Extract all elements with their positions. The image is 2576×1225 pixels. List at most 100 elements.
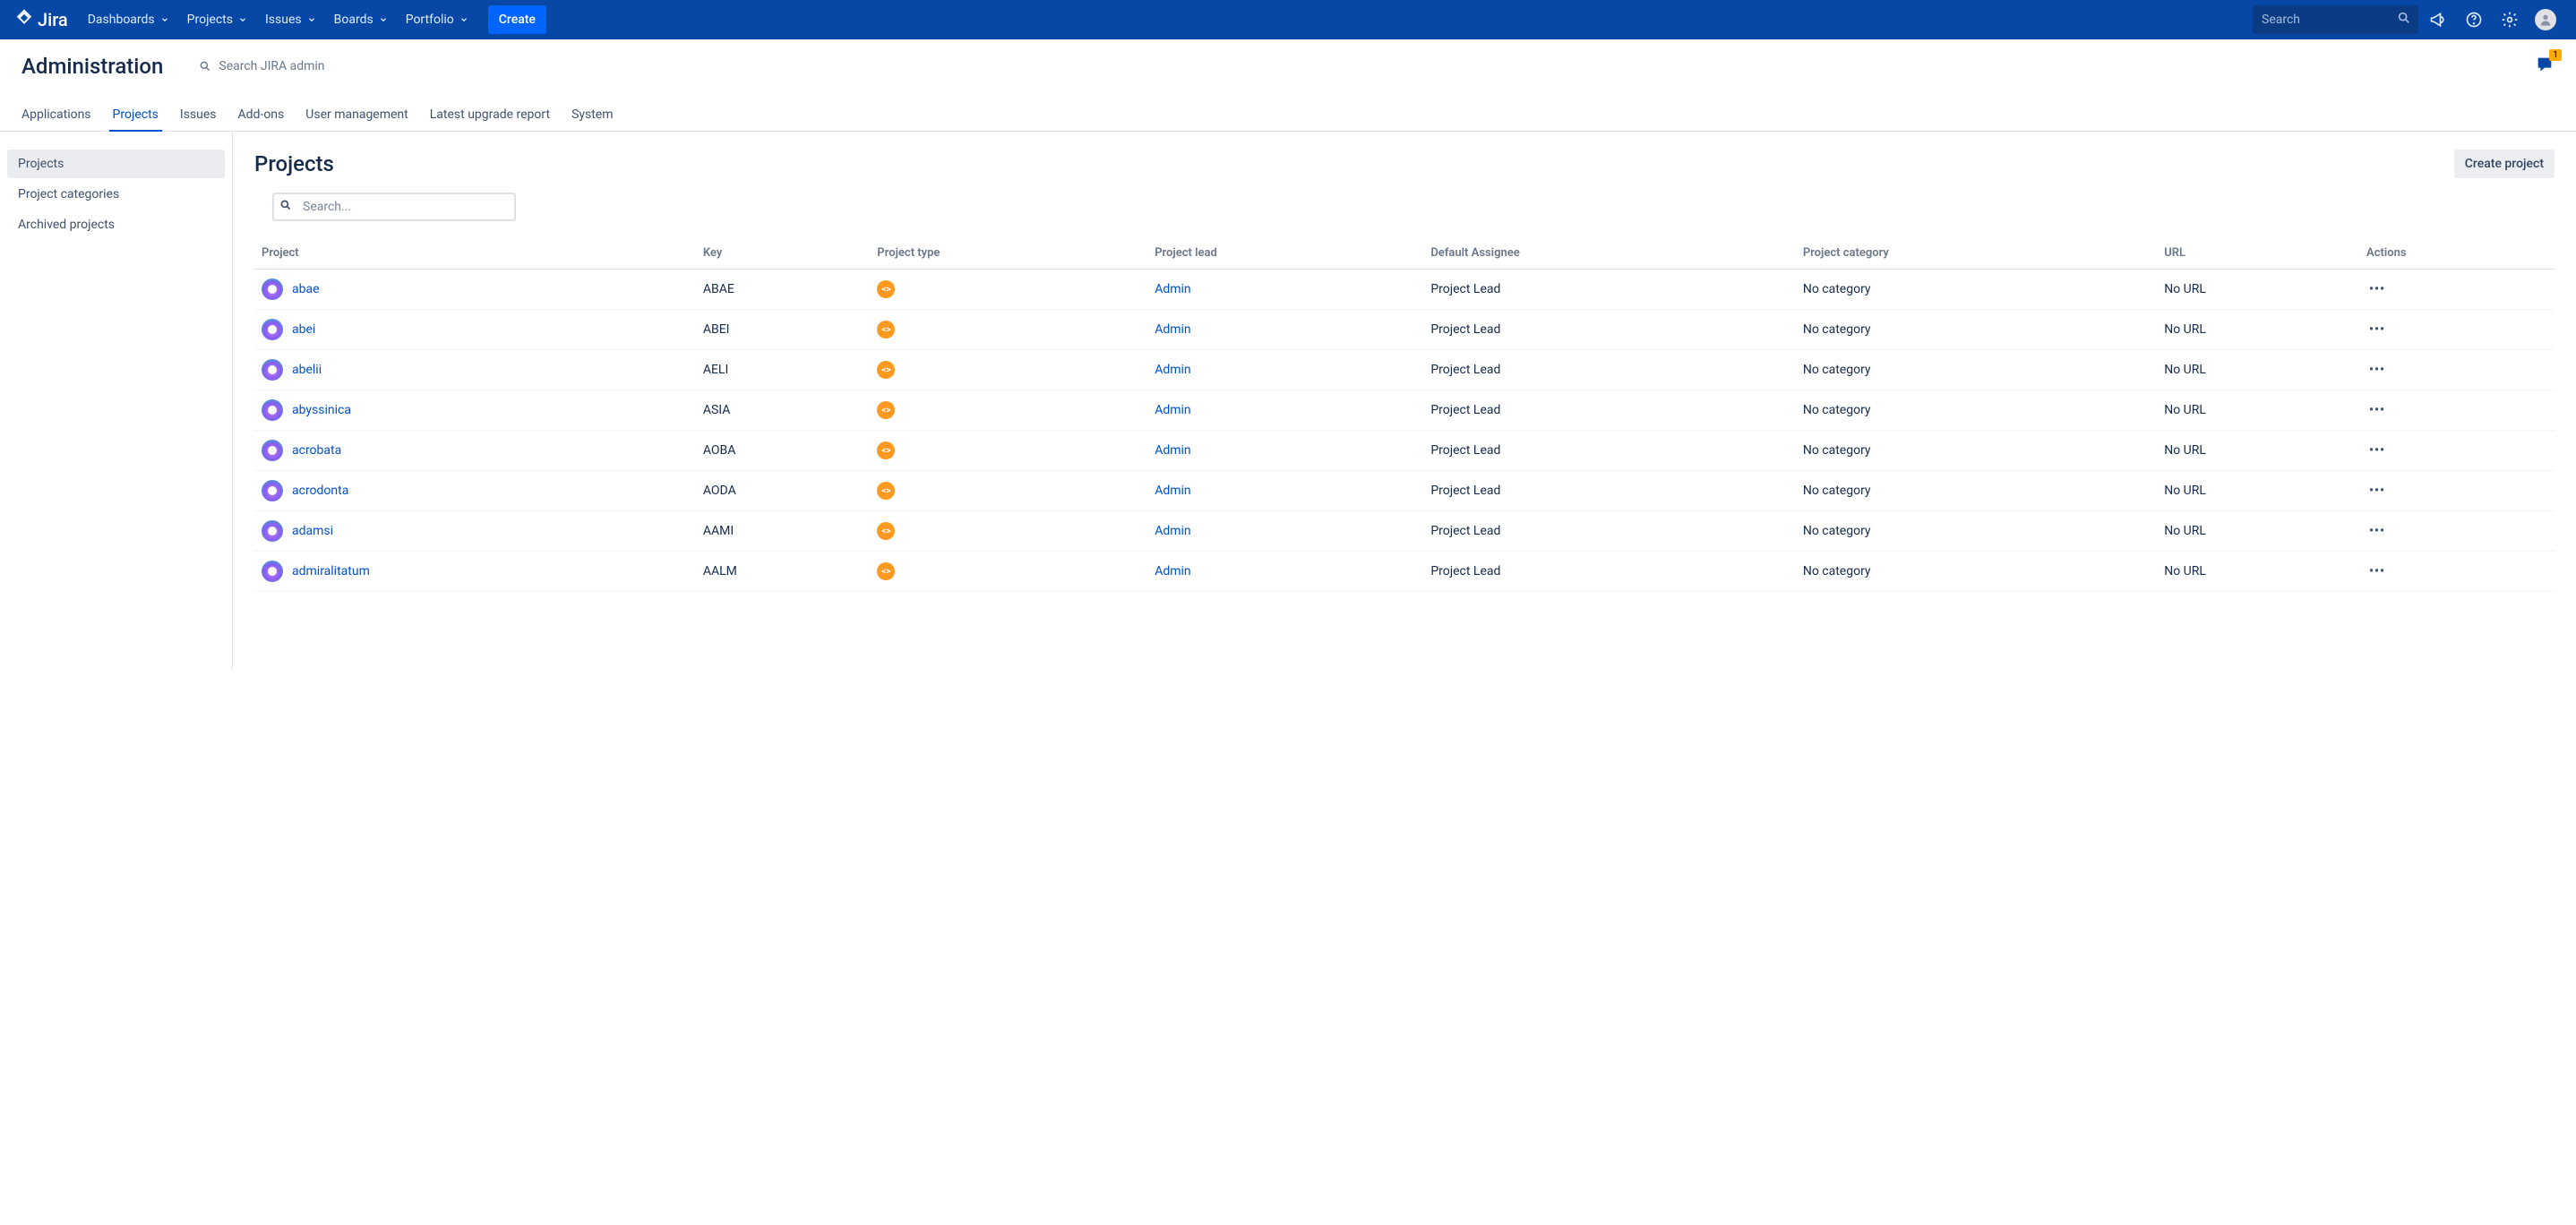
project-lead-link[interactable]: Admin	[1155, 403, 1190, 417]
sidebar-item-archived-projects[interactable]: Archived projects	[7, 210, 225, 239]
profile-avatar[interactable]	[2529, 4, 2562, 36]
more-actions-icon[interactable]: •••	[2366, 403, 2388, 417]
topnav-item-label: Boards	[334, 13, 374, 27]
project-type-software-icon: <>	[877, 522, 895, 540]
table-row: abaeABAE<>AdminProject LeadNo categoryNo…	[254, 270, 2555, 310]
project-type-software-icon: <>	[877, 361, 895, 379]
create-project-button[interactable]: Create project	[2454, 150, 2555, 178]
chevron-down-icon	[160, 15, 169, 24]
project-name-link[interactable]: acrodonta	[292, 484, 348, 498]
project-key: AOBA	[696, 431, 871, 471]
project-name-link[interactable]: acrobata	[292, 443, 341, 458]
project-type-software-icon: <>	[877, 321, 895, 338]
sidebar-item-projects[interactable]: Projects	[7, 150, 225, 178]
project-lead-link[interactable]: Admin	[1155, 443, 1190, 458]
jira-logo-text: Jira	[38, 9, 68, 30]
column-header[interactable]: Key	[696, 239, 871, 270]
column-header[interactable]: Project	[254, 239, 696, 270]
create-button[interactable]: Create	[488, 5, 546, 34]
topnav-item-dashboards[interactable]: Dashboards	[79, 0, 178, 39]
default-assignee: Project Lead	[1423, 310, 1795, 350]
admin-tab-system[interactable]: System	[568, 100, 616, 131]
project-avatar-icon	[262, 278, 283, 300]
column-header[interactable]: URL	[2157, 239, 2359, 270]
project-avatar-icon	[262, 561, 283, 582]
column-header[interactable]: Project type	[870, 239, 1147, 270]
admin-search[interactable]: Search JIRA admin	[199, 59, 324, 73]
project-key: AAMI	[696, 511, 871, 552]
megaphone-icon[interactable]	[2422, 4, 2454, 36]
more-actions-icon[interactable]: •••	[2366, 524, 2388, 538]
chevron-down-icon	[459, 15, 468, 24]
project-lead-link[interactable]: Admin	[1155, 564, 1190, 578]
project-category: No category	[1796, 471, 2157, 511]
project-type-software-icon: <>	[877, 280, 895, 298]
project-category: No category	[1796, 511, 2157, 552]
project-type-software-icon: <>	[877, 562, 895, 580]
admin-tab-applications[interactable]: Applications	[18, 100, 95, 131]
admin-tab-latest-upgrade-report[interactable]: Latest upgrade report	[426, 100, 554, 131]
avatar-icon	[2535, 9, 2556, 30]
project-type-software-icon: <>	[877, 441, 895, 459]
project-key: AELI	[696, 350, 871, 390]
help-icon[interactable]	[2458, 4, 2490, 36]
project-type-software-icon: <>	[877, 401, 895, 419]
feedback-icon[interactable]: 1	[2535, 55, 2555, 78]
more-actions-icon[interactable]: •••	[2366, 363, 2388, 377]
project-url: No URL	[2157, 552, 2359, 592]
topnav-item-projects[interactable]: Projects	[178, 0, 256, 39]
project-avatar-icon	[262, 319, 283, 340]
default-assignee: Project Lead	[1423, 270, 1795, 310]
topnav-item-portfolio[interactable]: Portfolio	[397, 0, 477, 39]
project-lead-link[interactable]: Admin	[1155, 363, 1190, 377]
sidebar-item-project-categories[interactable]: Project categories	[7, 180, 225, 209]
project-url: No URL	[2157, 310, 2359, 350]
table-row: acrobataAOBA<>AdminProject LeadNo catego…	[254, 431, 2555, 471]
project-lead-link[interactable]: Admin	[1155, 524, 1190, 538]
column-header[interactable]: Actions	[2359, 239, 2555, 270]
admin-header: Administration Search JIRA admin 1	[0, 39, 2576, 86]
project-lead-link[interactable]: Admin	[1155, 322, 1190, 337]
more-actions-icon[interactable]: •••	[2366, 443, 2388, 458]
global-search-input[interactable]	[2253, 5, 2418, 34]
project-name-link[interactable]: abyssinica	[292, 403, 351, 417]
default-assignee: Project Lead	[1423, 552, 1795, 592]
table-row: admiralitatumAALM<>AdminProject LeadNo c…	[254, 552, 2555, 592]
jira-logo[interactable]: Jira	[14, 8, 68, 32]
more-actions-icon[interactable]: •••	[2366, 282, 2388, 296]
main-content: Projects Create project ProjectKeyProjec…	[233, 132, 2576, 669]
gear-icon[interactable]	[2494, 4, 2526, 36]
topnav-item-label: Issues	[265, 13, 302, 27]
project-avatar-icon	[262, 480, 283, 501]
column-header[interactable]: Project category	[1796, 239, 2157, 270]
project-type-software-icon: <>	[877, 482, 895, 500]
more-actions-icon[interactable]: •••	[2366, 484, 2388, 498]
global-search-wrap	[2253, 5, 2418, 34]
more-actions-icon[interactable]: •••	[2366, 564, 2388, 578]
project-category: No category	[1796, 390, 2157, 431]
project-url: No URL	[2157, 431, 2359, 471]
project-name-link[interactable]: abelii	[292, 363, 322, 377]
admin-title: Administration	[21, 54, 163, 79]
project-key: ASIA	[696, 390, 871, 431]
admin-tab-add-ons[interactable]: Add-ons	[235, 100, 288, 131]
topnav-item-issues[interactable]: Issues	[256, 0, 325, 39]
feedback-badge: 1	[2549, 49, 2562, 61]
admin-tab-issues[interactable]: Issues	[176, 100, 220, 131]
admin-tab-user-management[interactable]: User management	[302, 100, 411, 131]
project-name-link[interactable]: abei	[292, 322, 315, 337]
more-actions-icon[interactable]: •••	[2366, 322, 2388, 337]
project-name-link[interactable]: adamsi	[292, 524, 333, 538]
admin-tab-projects[interactable]: Projects	[109, 100, 162, 131]
project-name-link[interactable]: abae	[292, 282, 320, 296]
column-header[interactable]: Default Assignee	[1423, 239, 1795, 270]
project-category: No category	[1796, 431, 2157, 471]
project-url: No URL	[2157, 270, 2359, 310]
search-icon	[199, 60, 211, 73]
topnav-item-boards[interactable]: Boards	[325, 0, 397, 39]
project-lead-link[interactable]: Admin	[1155, 282, 1190, 296]
project-name-link[interactable]: admiralitatum	[292, 564, 370, 578]
project-lead-link[interactable]: Admin	[1155, 484, 1190, 498]
column-header[interactable]: Project lead	[1147, 239, 1423, 270]
project-filter-input[interactable]	[272, 193, 516, 221]
